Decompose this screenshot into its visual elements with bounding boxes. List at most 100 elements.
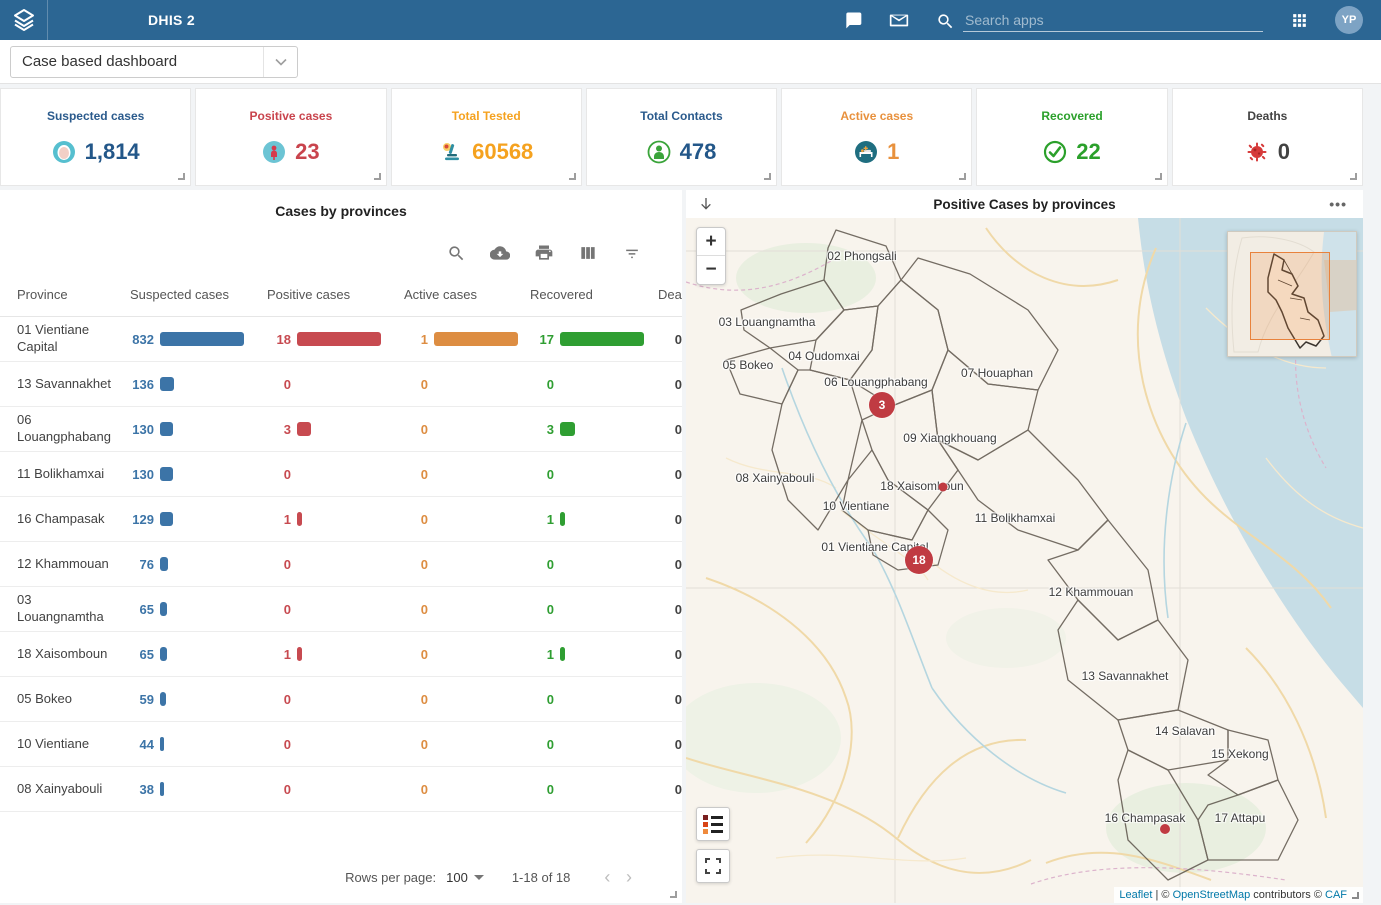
resize-handle[interactable] [1352,892,1359,899]
card-total-contacts[interactable]: Total Contacts 478 [586,88,777,186]
col-header-province[interactable]: Province [17,287,130,302]
zoom-out-button[interactable]: − [697,256,725,284]
map-panel-header: Positive Cases by provinces ••• [686,190,1363,218]
dhis2-logo[interactable] [0,0,48,40]
user-avatar[interactable]: YP [1335,6,1363,34]
card-recovered[interactable]: Recovered 22 [976,88,1167,186]
table-row[interactable]: 01 Vientiane Capital832181170 [0,317,682,362]
table-row[interactable]: 18 Xaisomboun651010 [0,632,682,677]
table-search-icon[interactable] [446,243,466,263]
card-active-cases[interactable]: Active cases 1 [781,88,972,186]
recovered-cell: 0 [530,782,658,797]
province-label: 18 Xaisomboun [880,479,963,493]
columns-icon[interactable] [578,243,598,263]
search-icon[interactable] [935,12,955,32]
card-deaths[interactable]: Deaths [1172,88,1363,186]
prev-page-button[interactable]: ‹ [598,867,616,887]
resize-handle[interactable] [1155,173,1162,180]
positive-cell: 0 [267,692,404,707]
resize-handle[interactable] [1350,173,1357,180]
active-cell: 0 [404,737,530,752]
table-row[interactable]: 05 Bokeo590000 [0,677,682,722]
table-row[interactable]: 11 Bolikhamxai1300000 [0,452,682,497]
legend-button[interactable] [696,807,730,841]
card-label: Deaths [1247,109,1287,123]
table-row[interactable]: 16 Champasak1291010 [0,497,682,542]
table-row[interactable]: 13 Savannakhet1360000 [0,362,682,407]
messages-icon[interactable] [843,10,863,30]
case-count-marker[interactable]: 3 [869,392,895,418]
table-row[interactable]: 03 Louangnamtha650000 [0,587,682,632]
card-label: Positive cases [250,109,333,123]
card-positive-cases[interactable]: Positive cases 23 [195,88,386,186]
deaths-cell: 0 [658,602,682,617]
zoom-in-button[interactable]: + [697,228,725,256]
col-header-positive[interactable]: Positive cases [267,287,404,302]
download-icon[interactable] [490,243,510,263]
map-download-icon[interactable] [686,196,726,212]
card-value: 60568 [472,139,533,165]
filter-icon[interactable] [622,243,642,263]
positive-cell: 0 [267,377,404,392]
resize-handle[interactable] [764,173,771,180]
carto-link[interactable]: CAF [1325,889,1347,901]
deaths-cell: 0 [658,647,682,662]
leaflet-link[interactable]: Leaflet [1119,889,1152,901]
overview-minimap[interactable] [1227,231,1357,357]
suspected-bar [160,512,173,526]
card-total-tested[interactable]: Total Tested 60568 [391,88,582,186]
deaths-cell: 0 [658,332,682,347]
table-row[interactable]: 06 Louangphabang1303030 [0,407,682,452]
next-page-button[interactable]: › [620,867,638,887]
search-apps-input[interactable] [963,9,1263,32]
active-cell: 0 [404,647,530,662]
active-cell: 0 [404,692,530,707]
col-header-active[interactable]: Active cases [404,287,530,302]
active-cell: 0 [404,782,530,797]
province-cell: 13 Savannakhet [17,376,130,393]
print-icon[interactable] [534,243,554,263]
suspected-cell: 832 [130,332,267,347]
deaths-cell: 0 [658,377,682,392]
deaths-cell: 0 [658,422,682,437]
province-label: 12 Khammouan [1049,585,1134,599]
col-header-recovered[interactable]: Recovered [530,287,658,302]
mail-icon[interactable] [889,10,909,30]
leaflet-map[interactable]: 02 Phongsali03 Louangnamtha04 Oudomxai05… [686,218,1363,903]
table-row[interactable]: 12 Khammouan760000 [0,542,682,587]
resize-handle[interactable] [374,173,381,180]
province-label: 04 Oudomxai [788,349,859,363]
col-header-deaths[interactable]: Deaths [658,287,682,302]
map-more-options-icon[interactable]: ••• [1329,196,1363,212]
resize-handle[interactable] [178,173,185,180]
resize-handle[interactable] [569,173,576,180]
table-pagination: Rows per page: 100 1-18 of 18 ‹ › [0,851,682,903]
card-value: 1,814 [85,139,140,165]
resize-handle[interactable] [670,891,677,898]
table-row[interactable]: 08 Xainyabouli380000 [0,767,682,812]
osm-link[interactable]: OpenStreetMap [1173,889,1251,901]
province-label: 16 Champasak [1105,811,1186,825]
card-suspected-cases[interactable]: Suspected cases 1,814 [0,88,191,186]
dashboard-select[interactable]: Case based dashboard [10,46,298,78]
card-label: Suspected cases [47,109,144,123]
table-row[interactable]: 10 Vientiane440000 [0,722,682,767]
suspected-cell: 136 [130,377,267,392]
suspected-cell: 59 [130,692,267,707]
case-dot-marker[interactable] [1160,824,1170,834]
col-header-suspected[interactable]: Suspected cases [130,287,267,302]
resize-handle[interactable] [959,173,966,180]
minimap-viewport-rect[interactable] [1250,252,1330,340]
positive-bar [297,332,381,346]
apps-grid-icon[interactable] [1289,10,1309,30]
case-count-marker[interactable]: 18 [905,546,933,574]
suspected-bar [160,377,174,391]
recovered-cell: 0 [530,377,658,392]
rows-per-page-select[interactable]: 100 [446,870,484,885]
suspected-bar [160,467,173,481]
fullscreen-button[interactable] [696,849,730,883]
positive-cell: 0 [267,557,404,572]
suspected-bar [160,692,166,706]
case-dot-marker[interactable] [939,483,948,492]
suspected-cell: 38 [130,782,267,797]
